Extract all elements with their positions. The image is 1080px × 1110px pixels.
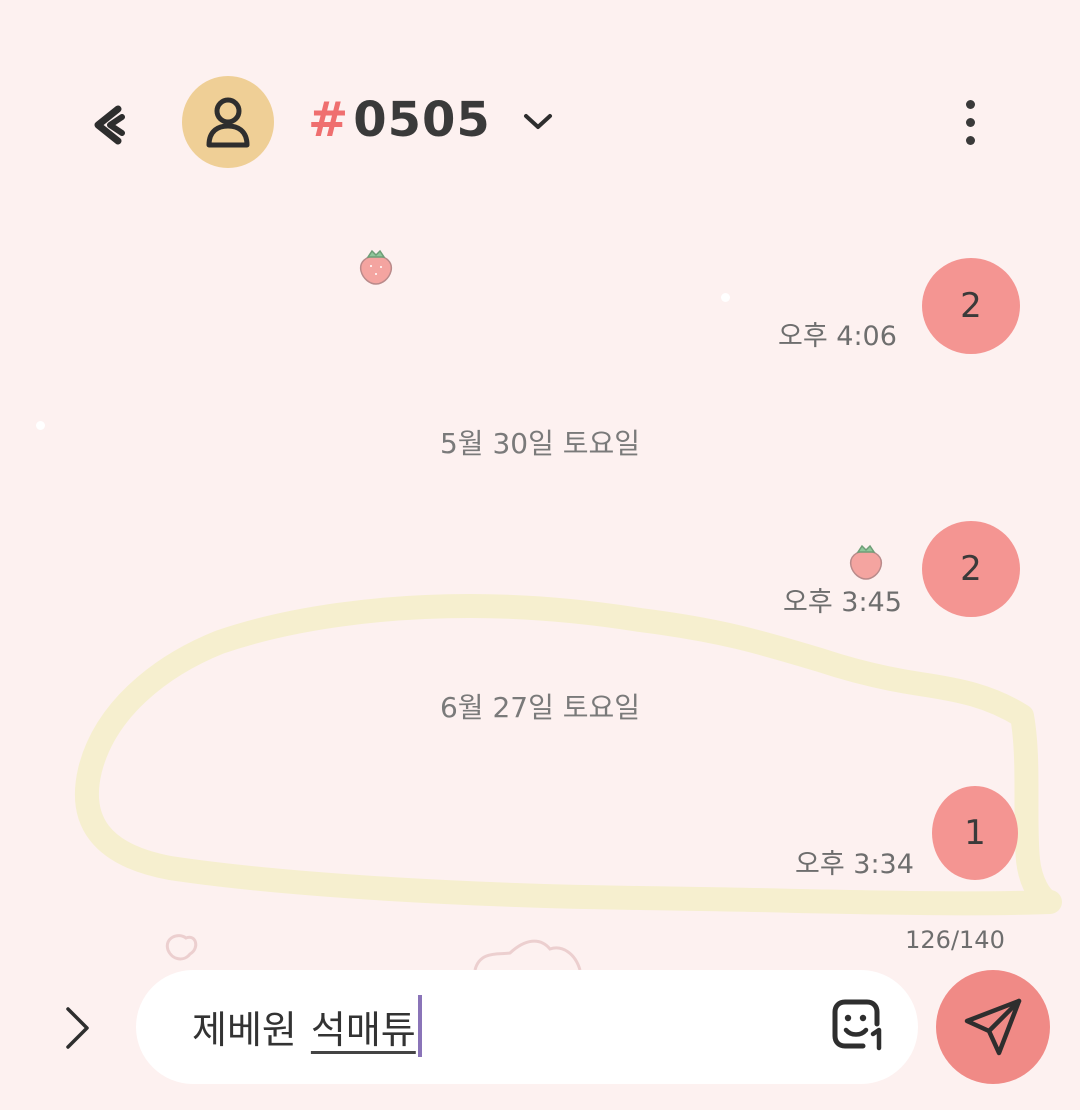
message-time: 오후 3:34 [795,849,914,880]
send-button[interactable] [936,970,1050,1084]
chevron-right-icon [66,1007,89,1049]
message-bubble[interactable]: 2 [922,521,1020,617]
char-counter: 126/140 [905,926,1005,954]
date-separator: 5월 30일 토요일 [439,427,641,460]
emoji-button[interactable] [830,996,888,1054]
expand-button[interactable] [52,998,102,1058]
text-caret [417,995,422,1057]
date-separator: 6월 27일 토요일 [439,691,641,724]
message-bubble[interactable]: 2 [922,258,1020,354]
input-committed-text: 제베원 [192,1007,297,1052]
message-bubble[interactable]: 1 [932,786,1018,880]
input-composing-text: 석매튜 [310,1007,416,1052]
message-input-text[interactable]: 제베원 석매튜 [192,995,422,1057]
message-time: 오후 3:45 [783,587,902,618]
message-time: 오후 4:06 [778,321,897,352]
send-icon [964,998,1022,1056]
emoji-icon [832,999,882,1051]
